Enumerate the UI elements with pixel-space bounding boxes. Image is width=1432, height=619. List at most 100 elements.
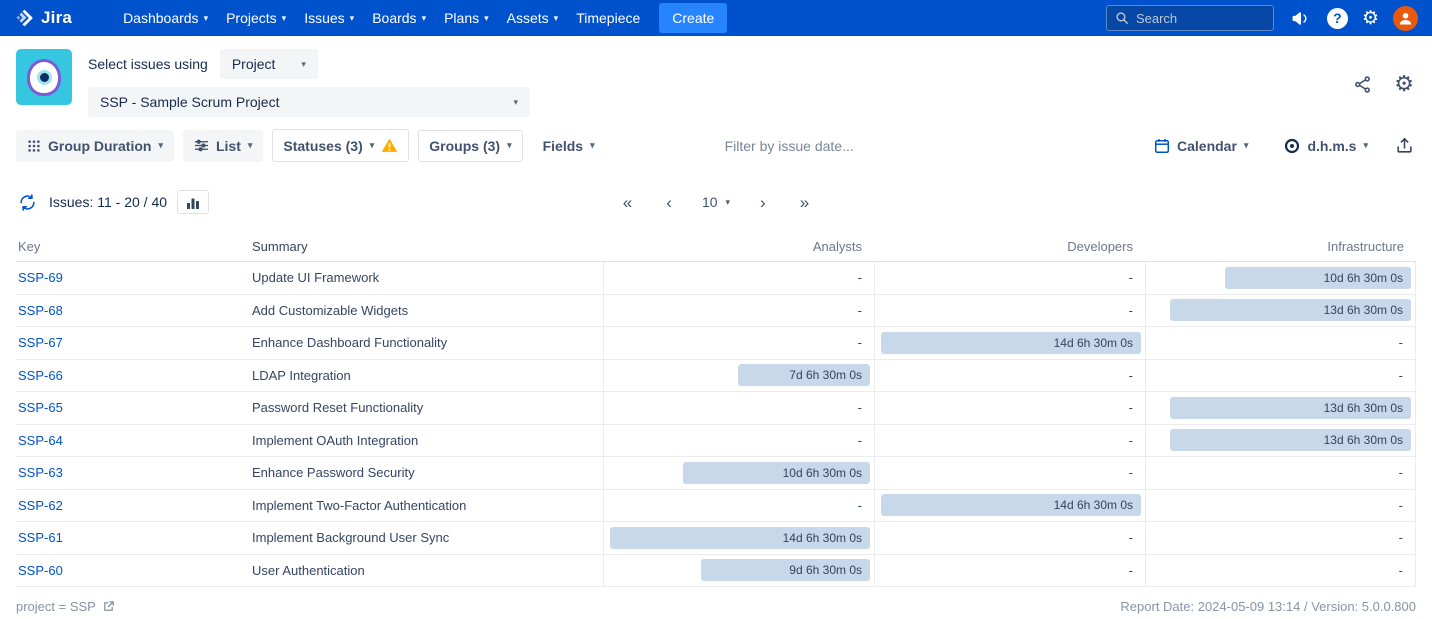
next-page-button[interactable]: ›	[756, 192, 770, 213]
create-button[interactable]: Create	[659, 3, 727, 33]
groups-filter-button[interactable]: Groups (3) ▾	[418, 130, 522, 162]
issue-date-filter-input[interactable]	[725, 138, 1134, 154]
chevron-down-icon: ▾	[484, 14, 489, 23]
nav-item-label: Dashboards	[123, 10, 199, 26]
issue-summary: Implement OAuth Integration	[252, 425, 603, 457]
group-duration-button[interactable]: Group Duration ▾	[16, 130, 174, 162]
prev-page-button[interactable]: ‹	[662, 192, 676, 213]
empty-duration: -	[1129, 303, 1133, 318]
issue-source-select[interactable]: Project ▾	[220, 49, 318, 79]
nav-item-projects[interactable]: Projects▾	[217, 2, 295, 34]
jql-filter-text: project = SSP	[16, 599, 96, 614]
duration-cell-developers: -	[874, 262, 1145, 294]
table-row: SSP-61Implement Background User Sync14d …	[16, 522, 1416, 555]
list-controls-row: Issues: 11 - 20 / 40 « ‹ 10 ▾ › »	[0, 174, 1432, 226]
empty-duration: -	[1399, 530, 1403, 545]
issue-key-link[interactable]: SSP-62	[18, 498, 63, 513]
issues-count-label: Issues: 11 - 20 / 40	[49, 194, 167, 210]
first-page-button[interactable]: «	[619, 192, 636, 213]
fields-label: Fields	[543, 138, 583, 154]
chevron-down-icon: ▾	[422, 14, 427, 23]
search-input[interactable]	[1136, 11, 1265, 26]
issue-key-link[interactable]: SSP-69	[18, 270, 63, 285]
select-issues-label: Select issues using	[88, 56, 208, 72]
duration-bar: 9d 6h 30m 0s	[701, 559, 870, 581]
issue-key-link[interactable]: SSP-63	[18, 465, 63, 480]
user-avatar[interactable]	[1393, 6, 1418, 31]
calendar-icon	[1154, 138, 1170, 154]
key-cell: SSP-68	[16, 295, 252, 327]
export-button[interactable]	[1393, 134, 1416, 157]
report-meta-text: Report Date: 2024-05-09 13:14 / Version:…	[1120, 599, 1416, 614]
issue-key-link[interactable]: SSP-60	[18, 563, 63, 578]
table-row: SSP-60User Authentication9d 6h 30m 0s--	[16, 555, 1416, 588]
issue-summary: Implement Two-Factor Authentication	[252, 490, 603, 522]
key-cell: SSP-61	[16, 522, 252, 554]
duration-cell-analysts: -	[603, 490, 874, 522]
help-icon[interactable]: ?	[1327, 8, 1348, 29]
issues-table: Key Summary Analysts Developers Infrastr…	[16, 232, 1416, 587]
column-header-developers: Developers	[874, 239, 1145, 254]
nav-item-assets[interactable]: Assets▾	[498, 2, 568, 34]
duration-cell-developers: 14d 6h 30m 0s	[874, 490, 1145, 522]
question-glyph: ?	[1333, 10, 1342, 26]
table-row: SSP-66LDAP Integration7d 6h 30m 0s--	[16, 360, 1416, 393]
grid-icon	[27, 139, 41, 153]
duration-label: 10d 6h 30m 0s	[1324, 271, 1403, 285]
empty-duration: -	[1399, 465, 1403, 480]
global-search[interactable]	[1106, 5, 1274, 31]
jql-filter-link[interactable]: project = SSP	[16, 599, 115, 614]
key-cell: SSP-65	[16, 392, 252, 424]
duration-cell-infrastructure: 10d 6h 30m 0s	[1145, 262, 1416, 294]
nav-item-boards[interactable]: Boards▾	[363, 2, 435, 34]
nav-item-label: Issues	[304, 10, 344, 26]
empty-duration: -	[858, 433, 862, 448]
refresh-button[interactable]	[16, 191, 39, 214]
chart-view-button[interactable]	[177, 190, 209, 214]
report-footer: project = SSP Report Date: 2024-05-09 13…	[0, 587, 1432, 619]
list-label: List	[216, 138, 241, 154]
report-settings-button[interactable]: ⚙	[1392, 71, 1416, 97]
issue-key-link[interactable]: SSP-68	[18, 303, 63, 318]
external-link-icon	[102, 600, 115, 613]
column-header-infrastructure: Infrastructure	[1145, 239, 1416, 254]
empty-duration: -	[1129, 433, 1133, 448]
duration-label: 14d 6h 30m 0s	[783, 531, 862, 545]
page-size-select[interactable]: 10 ▾	[702, 194, 730, 210]
calendar-label: Calendar	[1177, 138, 1237, 154]
nav-right-cluster: ? ⚙	[1106, 5, 1418, 31]
settings-gear-icon[interactable]: ⚙	[1362, 9, 1379, 28]
project-select[interactable]: SSP - Sample Scrum Project ▾	[88, 87, 530, 117]
issue-key-link[interactable]: SSP-61	[18, 530, 63, 545]
issue-summary: User Authentication	[252, 555, 603, 587]
duration-bar: 14d 6h 30m 0s	[610, 527, 870, 549]
last-page-button[interactable]: »	[796, 192, 813, 213]
duration-cell-analysts: -	[603, 327, 874, 359]
duration-format-button[interactable]: d.h.m.s ▾	[1273, 130, 1379, 162]
jira-logo[interactable]: Jira	[14, 8, 72, 28]
fields-button[interactable]: Fields ▾	[532, 130, 606, 162]
nav-item-dashboards[interactable]: Dashboards▾	[114, 2, 217, 34]
statuses-filter-button[interactable]: Statuses (3) ▾	[272, 129, 409, 162]
duration-cell-analysts: 10d 6h 30m 0s	[603, 457, 874, 489]
calendar-button[interactable]: Calendar ▾	[1143, 130, 1259, 162]
chevron-down-icon: ▾	[370, 141, 375, 150]
table-body: SSP-69Update UI Framework--10d 6h 30m 0s…	[16, 262, 1416, 587]
issue-key-link[interactable]: SSP-66	[18, 368, 63, 383]
issue-key-link[interactable]: SSP-67	[18, 335, 63, 350]
issue-key-link[interactable]: SSP-64	[18, 433, 63, 448]
duration-cell-infrastructure: -	[1145, 490, 1416, 522]
nav-item-issues[interactable]: Issues▾	[295, 2, 363, 34]
share-button[interactable]	[1351, 73, 1374, 96]
duration-cell-infrastructure: -	[1145, 327, 1416, 359]
duration-format-label: d.h.m.s	[1307, 138, 1356, 154]
chevron-down-icon: ▾	[513, 98, 518, 107]
nav-item-plans[interactable]: Plans▾	[435, 2, 498, 34]
announcement-icon[interactable]	[1288, 6, 1313, 31]
table-row: SSP-62 Implement Two-Factor Authenticatio…	[16, 490, 1416, 523]
statuses-label: Statuses (3)	[283, 138, 362, 154]
nav-item-timepiece[interactable]: Timepiece	[567, 2, 649, 34]
view-list-button[interactable]: List ▾	[183, 130, 263, 162]
issue-key-link[interactable]: SSP-65	[18, 400, 63, 415]
duration-label: 13d 6h 30m 0s	[1324, 401, 1403, 415]
